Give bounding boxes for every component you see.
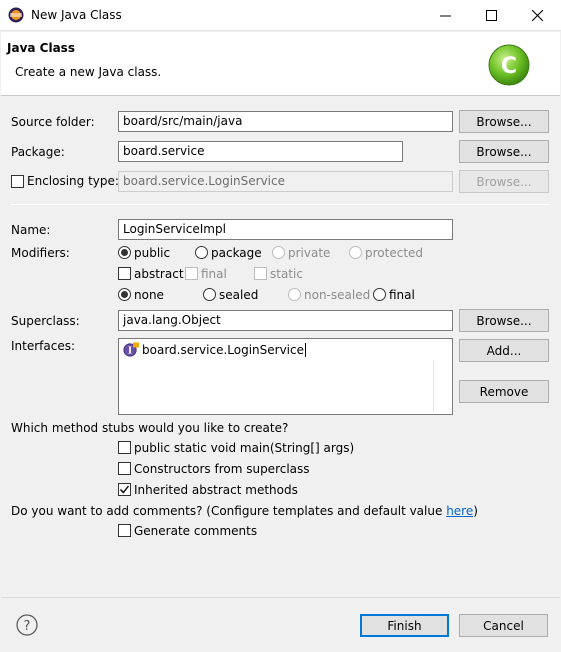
close-icon bbox=[531, 10, 543, 21]
separator bbox=[11, 204, 550, 205]
add-interface-button[interactable]: Add... bbox=[459, 339, 549, 362]
package-browse-button[interactable]: Browse... bbox=[459, 140, 549, 163]
superclass-input[interactable]: java.lang.Object bbox=[118, 310, 453, 331]
modifier-abstract-label: abstract bbox=[134, 267, 184, 281]
stub-constructors-label: Constructors from superclass bbox=[134, 462, 310, 476]
java-class-wizard-icon: C bbox=[488, 44, 530, 86]
svg-text:I: I bbox=[128, 347, 132, 357]
list-scroll-divider bbox=[433, 360, 434, 413]
radio-selected-dot bbox=[121, 249, 128, 256]
name-input[interactable]: LoginServiceImpl bbox=[118, 219, 453, 240]
modifier-public-label: public bbox=[134, 246, 171, 260]
close-button[interactable] bbox=[514, 0, 560, 31]
interface-item-label: board.service.LoginService bbox=[142, 342, 304, 357]
sealing-final-radio[interactable] bbox=[373, 288, 386, 301]
package-input[interactable]: board.service bbox=[118, 141, 403, 162]
comments-question-text: Do you want to add comments? (Configure … bbox=[11, 504, 447, 518]
interface-icon: I bbox=[123, 342, 139, 357]
enclosing-type-label: Enclosing type: bbox=[27, 174, 119, 188]
sealing-sealed-radio[interactable] bbox=[203, 288, 216, 301]
modifier-package-label: package bbox=[211, 246, 262, 260]
help-icon[interactable]: ? bbox=[16, 614, 38, 636]
cancel-button[interactable]: Cancel bbox=[459, 614, 548, 637]
modifier-protected-label: protected bbox=[365, 246, 424, 260]
wizard-banner: Java Class Create a new Java class. C bbox=[1, 32, 560, 96]
text-cursor bbox=[305, 342, 306, 357]
generate-comments-checkbox[interactable] bbox=[118, 524, 131, 537]
stub-main-label: public static void main(String[] args) bbox=[134, 441, 355, 455]
source-folder-label: Source folder: bbox=[11, 115, 95, 129]
sealing-none-radio[interactable] bbox=[118, 288, 131, 301]
minimize-button[interactable] bbox=[422, 0, 468, 31]
modifier-static-label: static bbox=[270, 267, 303, 281]
wizard-description: Create a new Java class. bbox=[15, 65, 162, 79]
stub-inherited-checkbox[interactable] bbox=[118, 483, 131, 496]
window-title: New Java Class bbox=[31, 8, 122, 22]
enclosing-type-input[interactable]: board.service.LoginService bbox=[118, 171, 453, 192]
modifier-final-label: final bbox=[201, 267, 227, 281]
radio-selected-dot bbox=[121, 291, 128, 298]
maximize-icon bbox=[485, 10, 497, 21]
modifier-static-checkbox[interactable] bbox=[254, 267, 267, 280]
sealing-final-label: final bbox=[389, 288, 415, 302]
enclosing-type-browse-button[interactable]: Browse... bbox=[459, 170, 549, 193]
modifier-package-radio[interactable] bbox=[195, 246, 208, 259]
enclosing-type-checkbox[interactable] bbox=[11, 175, 24, 188]
modifier-protected-radio[interactable] bbox=[349, 246, 362, 259]
maximize-button[interactable] bbox=[468, 0, 514, 31]
stub-main-checkbox[interactable] bbox=[118, 441, 131, 454]
modifier-abstract-checkbox[interactable] bbox=[118, 267, 131, 280]
modifiers-label: Modifiers: bbox=[11, 246, 70, 260]
stub-constructors-checkbox[interactable] bbox=[118, 462, 131, 475]
list-item[interactable]: I board.service.LoginService bbox=[123, 341, 306, 358]
superclass-browse-button[interactable]: Browse... bbox=[459, 309, 549, 332]
interfaces-list[interactable]: I board.service.LoginService bbox=[118, 338, 453, 415]
modifier-private-radio[interactable] bbox=[272, 246, 285, 259]
name-label: Name: bbox=[11, 223, 51, 237]
modifier-final-checkbox[interactable] bbox=[185, 267, 198, 280]
source-folder-browse-button[interactable]: Browse... bbox=[459, 110, 549, 133]
title-bar: New Java Class bbox=[0, 0, 561, 31]
source-folder-input[interactable]: board/src/main/java bbox=[118, 111, 453, 132]
comments-question-suffix: ) bbox=[473, 504, 478, 518]
checkmark-icon bbox=[119, 485, 130, 494]
svg-text:?: ? bbox=[24, 619, 31, 634]
generate-comments-label: Generate comments bbox=[134, 524, 258, 538]
wizard-heading: Java Class bbox=[7, 41, 75, 55]
configure-templates-link[interactable]: here bbox=[446, 504, 473, 518]
sealing-non-sealed-radio[interactable] bbox=[288, 288, 301, 301]
eclipse-app-icon bbox=[8, 7, 24, 23]
stub-inherited-label: Inherited abstract methods bbox=[134, 483, 298, 497]
package-label: Package: bbox=[11, 145, 65, 159]
method-stubs-question: Which method stubs would you like to cre… bbox=[11, 421, 289, 435]
superclass-label: Superclass: bbox=[11, 314, 80, 328]
modifier-public-radio[interactable] bbox=[118, 246, 131, 259]
wizard-icon-letter: C bbox=[501, 54, 517, 79]
sealing-non-sealed-label: non-sealed bbox=[304, 288, 371, 302]
comments-question: Do you want to add comments? (Configure … bbox=[11, 504, 478, 518]
modifier-private-label: private bbox=[288, 246, 331, 260]
sealing-sealed-label: sealed bbox=[219, 288, 259, 302]
minimize-icon bbox=[439, 15, 451, 17]
finish-button[interactable]: Finish bbox=[360, 614, 449, 637]
sealing-none-label: none bbox=[134, 288, 164, 302]
remove-interface-button[interactable]: Remove bbox=[459, 380, 549, 403]
interfaces-label: Interfaces: bbox=[11, 339, 76, 353]
footer-separator bbox=[1, 597, 560, 598]
